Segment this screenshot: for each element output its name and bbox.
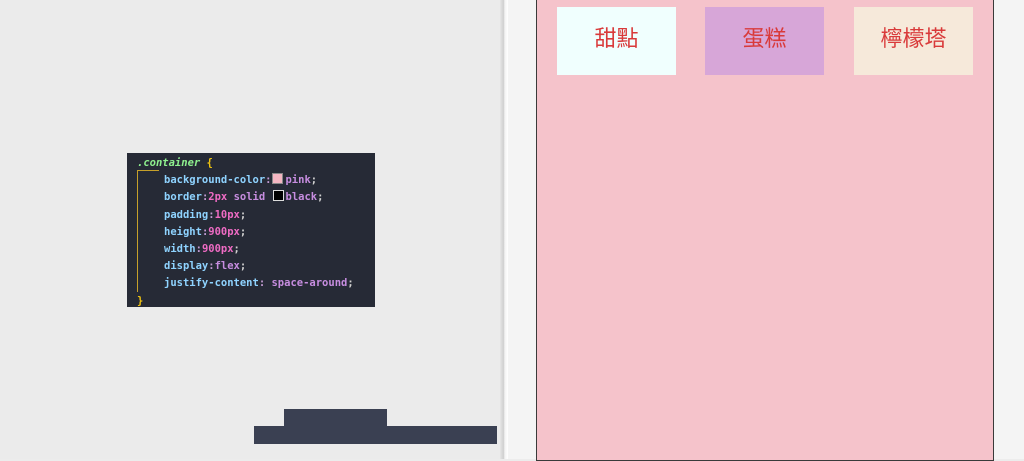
css-prop: display (164, 260, 209, 273)
flex-item-lemon-tart: 檸檬塔 (854, 7, 973, 75)
code-line-height: height:900px; (164, 225, 247, 238)
flex-item-dessert: 甜點 (557, 7, 676, 75)
code-line-justify-content: justify-content: space-around; (164, 277, 354, 290)
css-value: flex (214, 260, 240, 273)
code-line-border: border:2px solid black; (164, 190, 324, 204)
black-color-swatch (272, 190, 284, 202)
code-line-background-color: background-color: pink; (164, 173, 318, 187)
flex-item-cake: 蛋糕 (705, 7, 824, 75)
css-prop: background-color (164, 174, 266, 187)
css-value: solid (233, 191, 266, 204)
css-code-snippet: .container { background-color: pink; bord… (127, 153, 497, 444)
css-prop: width (164, 242, 196, 255)
css-prop: border (164, 191, 202, 204)
split-divider[interactable] (500, 0, 508, 459)
css-number: 2px (208, 191, 228, 204)
line-highlight-display (284, 409, 387, 427)
line-highlight-justify (254, 426, 497, 444)
code-line-padding: padding:10px; (164, 208, 247, 221)
css-number: 900px (201, 242, 234, 255)
close-brace: } (137, 294, 144, 307)
css-number: 10px (214, 208, 240, 221)
css-value: pink (285, 174, 311, 187)
css-value: space-around (271, 277, 348, 290)
css-prop: justify-content (164, 277, 259, 290)
code-line-selector: .container { (127, 155, 375, 172)
code-line-close: } (127, 293, 375, 310)
code-line-display: display:flex; (164, 260, 247, 273)
css-value: black (285, 191, 318, 204)
open-brace: { (206, 157, 213, 169)
flex-container-preview: 甜點 蛋糕 檸檬塔 (536, 0, 994, 461)
pink-color-swatch (272, 173, 284, 185)
indent-guide (137, 170, 138, 292)
css-selector: .container (137, 157, 201, 169)
css-number: 900px (208, 225, 240, 238)
css-prop: padding (164, 208, 209, 221)
code-line-width: width:900px; (164, 242, 240, 255)
css-prop: height (164, 225, 202, 238)
indent-guide-top (137, 170, 159, 171)
